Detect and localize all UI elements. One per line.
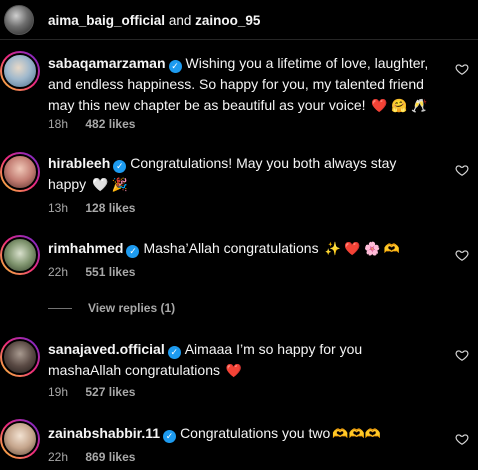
comment-meta: 18h 482 likes bbox=[48, 117, 135, 131]
comment-meta: 13h 128 likes bbox=[48, 201, 135, 215]
header-usernames: aima_baig_official and zainoo_95 bbox=[48, 13, 260, 28]
comment-username[interactable]: zainabshabbir.11 bbox=[48, 425, 160, 441]
comment-username[interactable]: sanajaved.official bbox=[48, 341, 165, 357]
comment-time[interactable]: 18h bbox=[48, 117, 68, 131]
comment-likes[interactable]: 482 likes bbox=[85, 117, 135, 131]
comment-time[interactable]: 13h bbox=[48, 201, 68, 215]
verified-badge-icon: ✓ bbox=[126, 245, 140, 258]
comment-emojis: ❤️ bbox=[225, 363, 243, 378]
like-heart-icon[interactable] bbox=[455, 248, 469, 262]
view-replies-button[interactable]: View replies (1) bbox=[48, 301, 175, 315]
comment-body: hirableeh ✓ Congratulations! May you both … bbox=[48, 153, 438, 195]
verified-badge-icon: ✓ bbox=[163, 430, 177, 443]
avatar[interactable] bbox=[0, 152, 40, 192]
comment-body: zainabshabbir.11 ✓ Congratulations you two… bbox=[48, 423, 438, 444]
header-user-2[interactable]: zainoo_95 bbox=[195, 13, 260, 28]
comment-time[interactable]: 22h bbox=[48, 450, 68, 464]
comment-emojis: 🫶🫶🫶 bbox=[332, 426, 381, 441]
comment-likes[interactable]: 527 likes bbox=[85, 385, 135, 399]
header-user-1[interactable]: aima_baig_official bbox=[48, 13, 165, 28]
header-joiner: and bbox=[168, 13, 192, 28]
verified-badge-icon: ✓ bbox=[168, 60, 182, 73]
replies-divider bbox=[48, 308, 72, 310]
comment-username[interactable]: rimhahmed bbox=[48, 240, 123, 256]
avatar[interactable] bbox=[0, 337, 40, 377]
comment-emojis: 🤍 🎉 bbox=[92, 177, 129, 192]
comment-meta: 22h 551 likes bbox=[48, 265, 135, 279]
like-heart-icon[interactable] bbox=[455, 163, 469, 177]
comment-body: rimhahmed ✓ Masha’Allah congratulations ✨ … bbox=[48, 238, 438, 259]
comment-emojis: ✨ ❤️ 🌸 🫶 bbox=[324, 241, 401, 256]
comment-emojis: ❤️ 🤗 🥂 bbox=[371, 98, 428, 113]
comment-username[interactable]: sabaqamarzaman bbox=[48, 55, 166, 71]
comment-time[interactable]: 22h bbox=[48, 265, 68, 279]
avatar[interactable] bbox=[0, 51, 40, 91]
comment-time[interactable]: 19h bbox=[48, 385, 68, 399]
header-avatar[interactable] bbox=[4, 5, 34, 35]
like-heart-icon[interactable] bbox=[455, 432, 469, 446]
comment-likes[interactable]: 551 likes bbox=[85, 265, 135, 279]
avatar[interactable] bbox=[0, 235, 40, 275]
comment-text: Congratulations you two bbox=[180, 425, 331, 441]
view-replies-label: View replies (1) bbox=[88, 301, 176, 315]
comment-text: Masha’Allah congratulations bbox=[143, 240, 319, 256]
comment-body: sanajaved.official ✓ Aimaaa I’m so happy f… bbox=[48, 339, 438, 381]
comment-likes[interactable]: 869 likes bbox=[85, 450, 135, 464]
comment-meta: 19h 527 likes bbox=[48, 385, 135, 399]
like-heart-icon[interactable] bbox=[455, 348, 469, 362]
comment-meta: 22h 869 likes bbox=[48, 450, 135, 464]
post-header: aima_baig_official and zainoo_95 bbox=[0, 0, 478, 40]
comment-body: sabaqamarzaman ✓ Wishing you a lifetime of… bbox=[48, 53, 438, 116]
avatar[interactable] bbox=[0, 419, 40, 459]
comment-likes[interactable]: 128 likes bbox=[85, 201, 135, 215]
like-heart-icon[interactable] bbox=[455, 62, 469, 76]
comment-username[interactable]: hirableeh bbox=[48, 155, 110, 171]
verified-badge-icon: ✓ bbox=[113, 160, 127, 173]
verified-badge-icon: ✓ bbox=[167, 346, 181, 359]
